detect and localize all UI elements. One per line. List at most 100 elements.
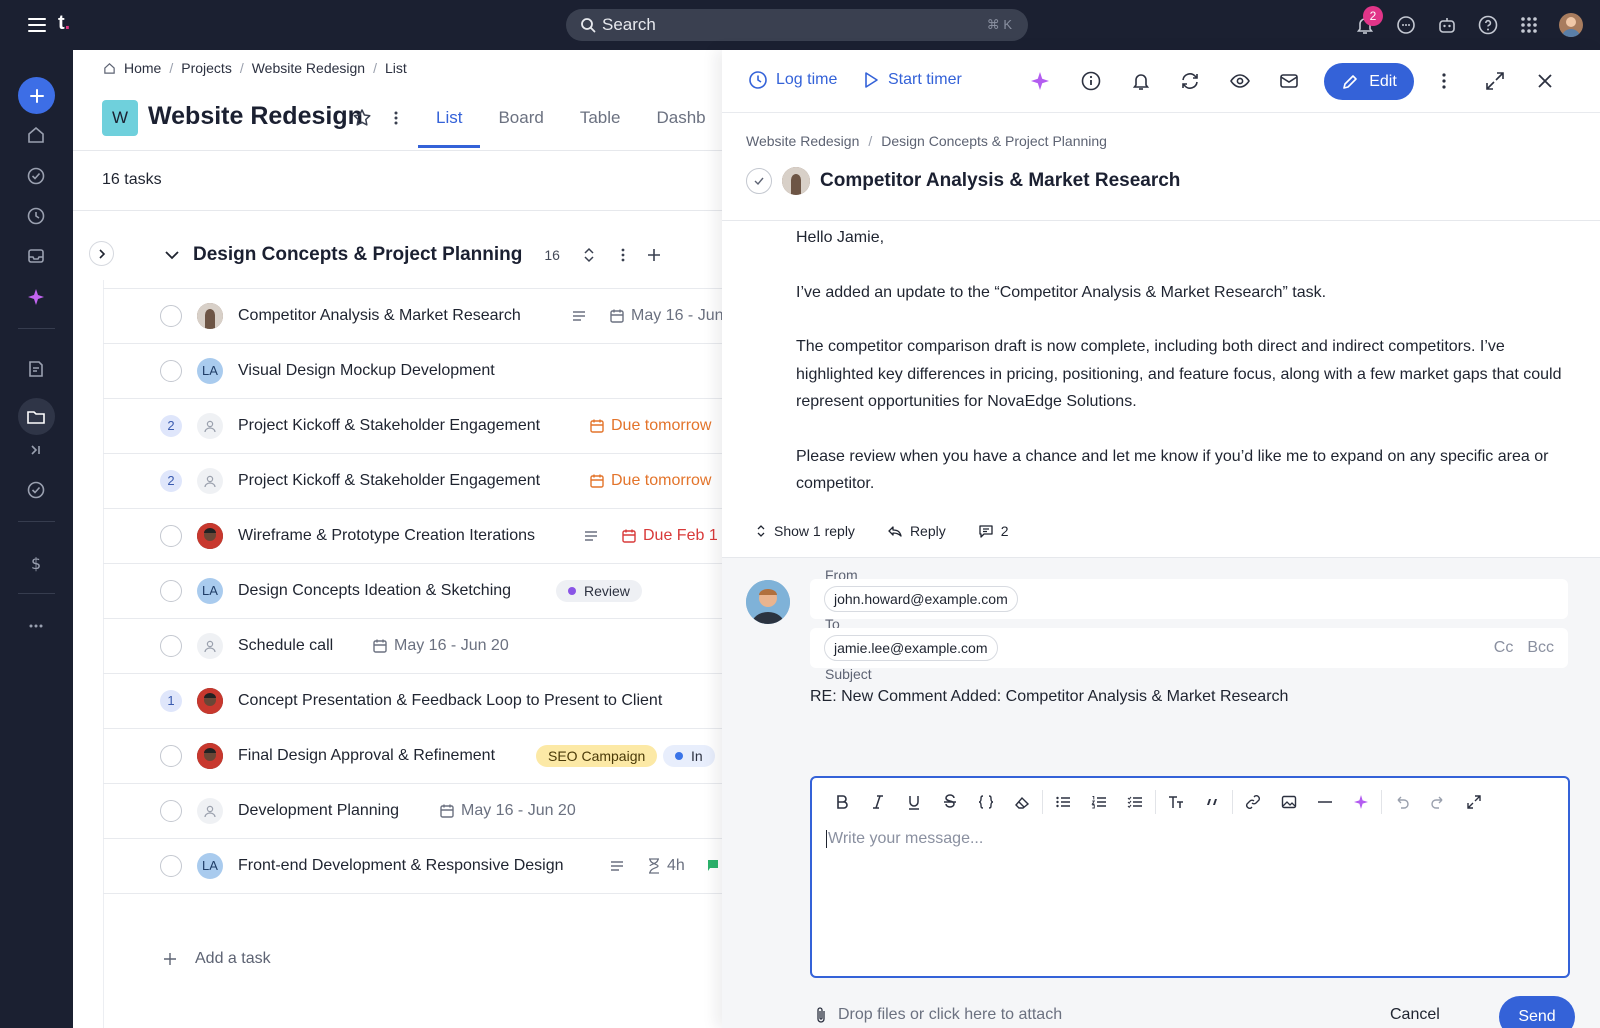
to-field[interactable]: jamie.lee@example.com Cc Bcc [810,628,1568,668]
bullet-list-icon[interactable] [1045,790,1081,814]
task-name[interactable]: Design Concepts Ideation & Sketching [238,582,511,600]
email-settings-icon[interactable] [1279,70,1301,92]
strikethrough-icon[interactable] [932,790,968,814]
send-button[interactable]: Send [1499,996,1575,1028]
tab-board[interactable]: Board [480,100,561,148]
close-icon[interactable] [1534,70,1556,92]
tab-dashboard[interactable]: Dashb [638,100,723,148]
subject-field[interactable]: RE: New Comment Added: Competitor Analys… [810,678,1568,718]
code-icon[interactable] [968,790,1004,814]
table-row[interactable]: 2 Project Kickoff & Stakeholder Engageme… [103,398,723,453]
more-vertical-icon[interactable] [1433,70,1455,92]
from-field[interactable]: john.howard@example.com [810,579,1568,619]
unassigned-avatar[interactable] [197,798,223,824]
app-logo[interactable]: t. [58,12,70,35]
bold-icon[interactable] [824,790,860,814]
table-row[interactable]: Schedule call May 16 - Jun 20 [103,618,723,673]
menu-icon[interactable] [26,14,48,36]
add-task-button[interactable]: Add a task [163,950,271,968]
complete-checkbox[interactable] [160,635,182,657]
ai-sparkle-icon[interactable] [1343,790,1379,814]
checklist-icon[interactable] [1117,790,1153,814]
folder-icon[interactable] [25,406,47,428]
more-vertical-icon[interactable] [386,108,406,128]
complete-checkbox[interactable] [160,800,182,822]
log-time-button[interactable]: Log time [748,70,837,90]
complete-checkbox[interactable] [746,168,772,194]
sprint-icon[interactable] [25,439,47,461]
search-bar[interactable]: Search ⌘ K [566,9,1028,41]
task-title[interactable]: Competitor Analysis & Market Research [820,170,1180,192]
ai-sparkle-icon[interactable] [1029,70,1051,92]
recurring-icon[interactable] [1179,70,1201,92]
subtask-count[interactable]: 2 [160,415,182,437]
table-row[interactable]: Competitor Analysis & Market Research Ma… [103,288,723,343]
table-row[interactable]: LA Front-end Development & Responsive De… [103,838,723,893]
more-vertical-icon[interactable] [616,247,630,263]
apps-grid-icon[interactable] [1518,14,1540,36]
table-row[interactable]: 1 Concept Presentation & Feedback Loop t… [103,673,723,728]
table-row[interactable]: LA Visual Design Mockup Development [103,343,723,398]
chevron-down-icon[interactable] [163,246,181,264]
task-name[interactable]: Project Kickoff & Stakeholder Engagement [238,472,540,490]
help-icon[interactable] [1477,14,1499,36]
redo-icon[interactable] [1420,790,1456,814]
horizontal-rule-icon[interactable] [1307,790,1343,814]
task-name[interactable]: Project Kickoff & Stakeholder Engagement [238,417,540,435]
reports-icon[interactable] [25,358,47,380]
edit-button[interactable]: Edit [1324,63,1414,100]
to-chip[interactable]: jamie.lee@example.com [824,635,998,661]
tab-list[interactable]: List [418,100,481,148]
tag-badge[interactable]: SEO Campaign [536,745,658,767]
complete-checkbox[interactable] [160,305,182,327]
table-row[interactable]: 2 Project Kickoff & Stakeholder Engageme… [103,453,723,508]
table-row[interactable]: LA Design Concepts Ideation & Sketching … [103,563,723,618]
more-icon[interactable] [25,615,47,637]
status-badge[interactable]: In [663,745,715,767]
show-replies-button[interactable]: Show 1 reply [755,523,855,539]
watch-icon[interactable] [1229,70,1251,92]
task-name[interactable]: Development Planning [238,802,399,820]
undo-icon[interactable] [1384,790,1420,814]
start-timer-button[interactable]: Start timer [862,70,962,90]
chat-icon[interactable] [1395,14,1417,36]
bcc-button[interactable]: Bcc [1527,639,1554,657]
breadcrumb-item[interactable]: Projects [181,60,232,76]
clear-format-icon[interactable] [1004,790,1040,814]
unassigned-avatar[interactable] [197,633,223,659]
table-row[interactable]: Final Design Approval & Refinement SEO C… [103,728,723,783]
cc-button[interactable]: Cc [1494,639,1514,657]
bot-icon[interactable] [1436,14,1458,36]
unassigned-avatar[interactable] [197,468,223,494]
complete-checkbox[interactable] [160,360,182,382]
fullscreen-icon[interactable] [1456,790,1492,814]
subject-value[interactable]: RE: New Comment Added: Competitor Analys… [810,688,1288,706]
star-icon[interactable] [351,107,373,129]
numbered-list-icon[interactable] [1081,790,1117,814]
cancel-button[interactable]: Cancel [1390,1006,1440,1024]
plus-icon[interactable] [646,247,662,263]
from-chip[interactable]: john.howard@example.com [824,586,1018,612]
message-editor[interactable]: Write your message... [810,776,1570,978]
goals-icon[interactable] [25,479,47,501]
ai-sparkle-icon[interactable] [25,286,47,308]
breadcrumb-item[interactable]: Design Concepts & Project Planning [881,133,1107,149]
text-size-icon[interactable] [1158,790,1194,814]
task-name[interactable]: Schedule call [238,637,333,655]
quote-icon[interactable] [1194,790,1230,814]
complete-checkbox[interactable] [160,525,182,547]
expand-sidebar-button[interactable] [89,241,114,266]
create-button[interactable] [18,77,55,114]
unassigned-avatar[interactable] [197,413,223,439]
subtask-count[interactable]: 1 [160,690,182,712]
task-name[interactable]: Wireframe & Prototype Creation Iteration… [238,527,535,545]
user-avatar[interactable] [1559,13,1583,37]
breadcrumb-item[interactable]: Website Redesign [746,133,859,149]
italic-icon[interactable] [860,790,896,814]
my-tasks-icon[interactable] [25,165,47,187]
tab-table[interactable]: Table [562,100,639,148]
clock-icon[interactable] [25,205,47,227]
subtask-count[interactable]: 2 [160,470,182,492]
complete-checkbox[interactable] [160,855,182,877]
expand-icon[interactable] [1484,70,1506,92]
